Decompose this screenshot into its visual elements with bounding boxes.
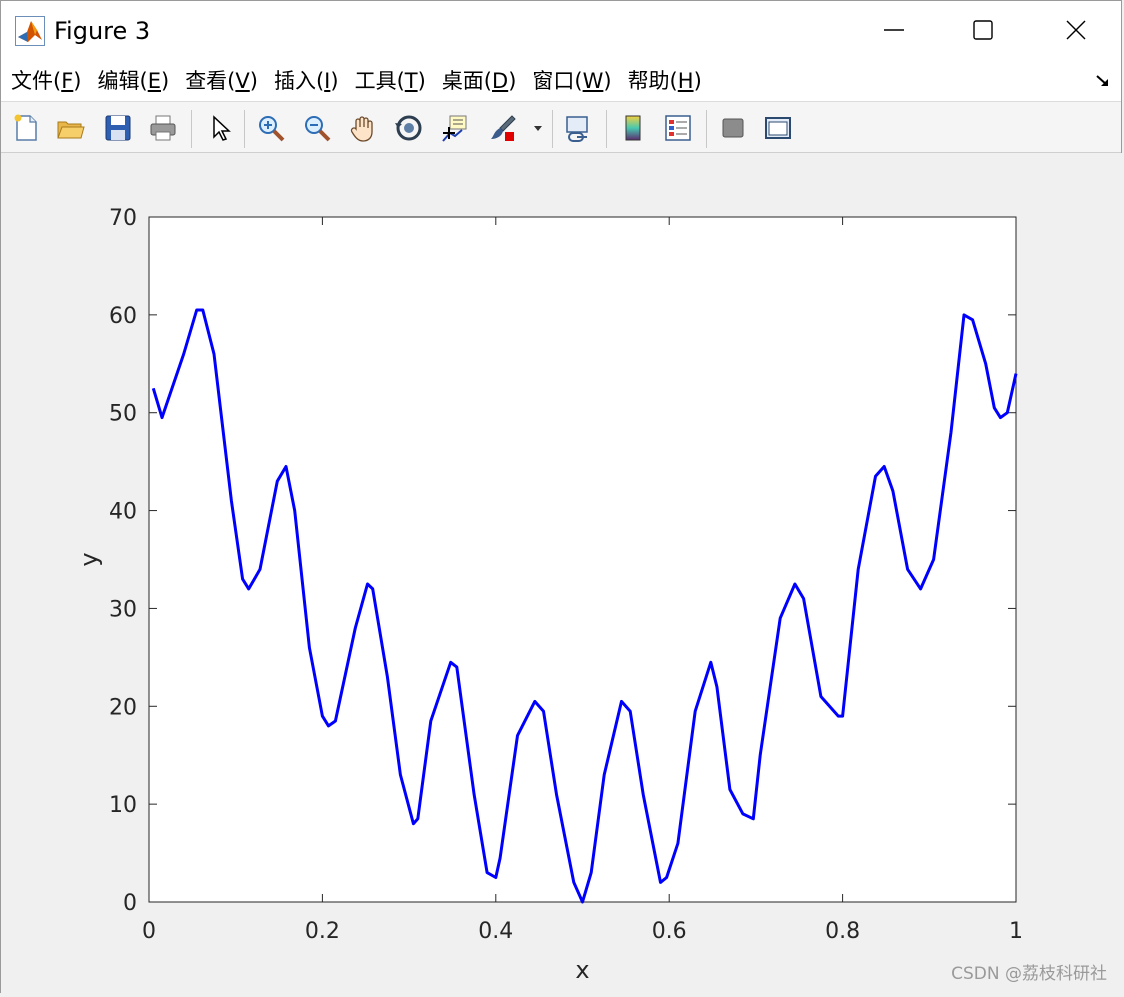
- link-plot-button[interactable]: [561, 111, 595, 145]
- y-tick-label: 10: [109, 793, 137, 818]
- y-tick-label: 20: [109, 695, 137, 720]
- y-axis-label: y: [75, 552, 103, 566]
- hide-tools-icon: [722, 118, 744, 138]
- new-figure-button[interactable]: [9, 111, 43, 145]
- save-button[interactable]: [101, 111, 135, 145]
- hand-icon: [350, 116, 373, 142]
- link-plot-icon: [566, 116, 588, 142]
- open-file-button[interactable]: [53, 111, 87, 145]
- arrow-cursor-icon: [213, 115, 231, 141]
- axes-background: [148, 216, 1017, 903]
- pan-button[interactable]: [346, 111, 380, 145]
- x-tick-label: 0.4: [478, 919, 513, 944]
- new-file-icon: [14, 114, 37, 141]
- edit-plot-button[interactable]: [203, 111, 237, 145]
- menu-help[interactable]: 帮助(H): [628, 65, 702, 95]
- menu-edit[interactable]: 编辑(E): [98, 65, 170, 95]
- title-bar: Figure 3: [1, 1, 1121, 59]
- y-tick-label: 70: [109, 206, 137, 231]
- menu-bar: 文件(F) 编辑(E) 查看(V) 插入(I) 工具(T) 桌面(D) 窗口(W…: [1, 59, 1121, 101]
- figure-canvas: 0 0.2 0.4 0.6 0.8 1 0 10 20 30 40 50 60 70 x y: [1, 153, 1123, 993]
- minimize-button[interactable]: [849, 1, 939, 59]
- x-tick-label: 0: [142, 919, 156, 944]
- y-tick-label: 60: [109, 304, 137, 329]
- open-folder-icon: [57, 121, 85, 139]
- rotate-3d-button[interactable]: [392, 111, 426, 145]
- window-title: Figure 3: [54, 17, 151, 45]
- x-tick-label: 0.8: [825, 919, 860, 944]
- zoom-out-button[interactable]: [300, 111, 334, 145]
- x-tick-label: 1: [1009, 919, 1023, 944]
- close-button[interactable]: [1031, 1, 1121, 59]
- colorbar-icon: [625, 115, 641, 141]
- insert-legend-button[interactable]: [661, 111, 695, 145]
- toolbar-separator: [552, 110, 553, 148]
- x-tick-label: 0.2: [305, 919, 340, 944]
- brush-dropdown-button[interactable]: [528, 111, 548, 145]
- maximize-icon: [973, 20, 993, 40]
- data-tip-icon: [442, 115, 467, 142]
- data-cursor-button[interactable]: [438, 111, 472, 145]
- menu-view[interactable]: 查看(V): [185, 65, 258, 95]
- brush-button[interactable]: [486, 111, 520, 145]
- menu-file[interactable]: 文件(F): [11, 65, 82, 95]
- brush-icon: [491, 115, 516, 141]
- print-button[interactable]: [146, 111, 180, 145]
- show-plot-tools-button[interactable]: [761, 111, 795, 145]
- menu-tools[interactable]: 工具(T): [355, 65, 426, 95]
- menu-desktop[interactable]: 桌面(D): [442, 65, 517, 95]
- zoom-out-icon: [305, 116, 331, 142]
- toolbar-separator: [244, 110, 245, 148]
- print-icon: [150, 115, 176, 141]
- rotate-3d-icon: [395, 115, 422, 141]
- minimize-icon: [884, 29, 904, 31]
- zoom-in-button[interactable]: [254, 111, 288, 145]
- watermark: CSDN @荔枝科研社: [951, 964, 1107, 984]
- y-tick-label: 50: [109, 402, 137, 427]
- toolbar-separator: [606, 110, 607, 148]
- y-tick-label: 0: [123, 891, 137, 916]
- save-icon: [105, 115, 131, 141]
- y-tick-label: 30: [109, 597, 137, 622]
- matlab-logo-icon: [15, 16, 45, 46]
- line-plot: 0 0.2 0.4 0.6 0.8 1010203040506070 x y: [75, 206, 1023, 984]
- dock-arrow-icon[interactable]: [1095, 73, 1111, 89]
- close-icon: [1066, 20, 1086, 40]
- toolbar-separator: [706, 110, 707, 148]
- x-axis-label: x: [575, 956, 589, 984]
- show-tools-icon: [765, 117, 791, 139]
- legend-icon: [665, 115, 691, 141]
- insert-colorbar-button[interactable]: [616, 111, 650, 145]
- figure-window: Figure 3 文件(F) 编辑(E) 查看(V) 插入(I) 工具(T) 桌…: [0, 0, 1123, 993]
- menu-window[interactable]: 窗口(W): [532, 65, 611, 95]
- menu-insert[interactable]: 插入(I): [274, 65, 339, 95]
- toolbar: [1, 101, 1121, 153]
- chevron-down-icon: [534, 126, 542, 131]
- toolbar-separator: [191, 110, 192, 148]
- x-tick-label: 0.6: [652, 919, 687, 944]
- maximize-button[interactable]: [938, 1, 1028, 59]
- hide-plot-tools-button[interactable]: [716, 111, 750, 145]
- zoom-in-icon: [259, 116, 285, 142]
- y-tick-label: 40: [109, 500, 137, 525]
